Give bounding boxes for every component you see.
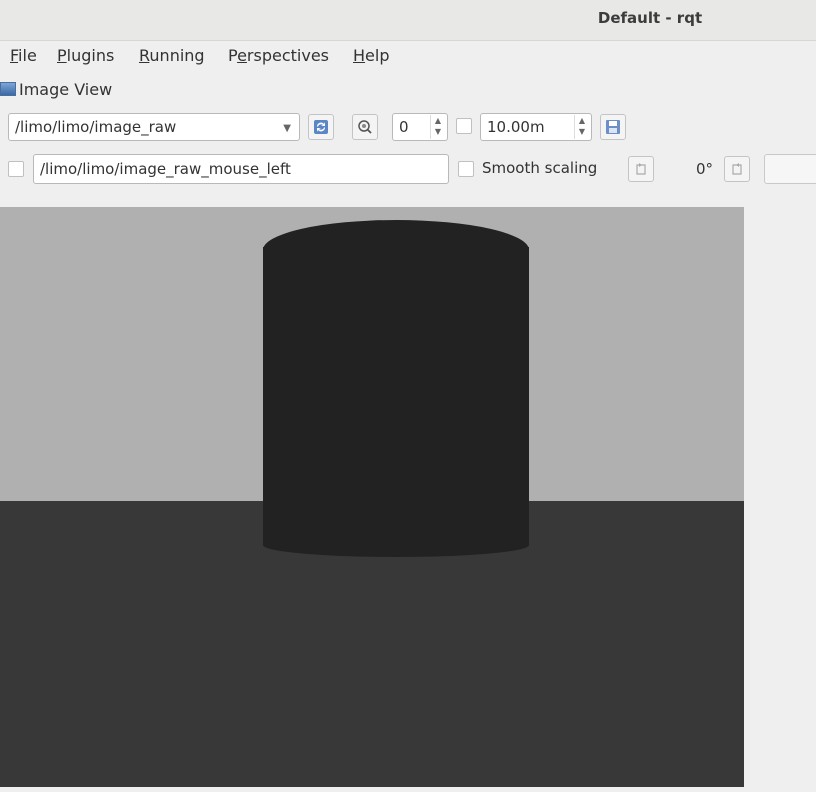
save-image-button[interactable] xyxy=(600,114,626,140)
dynamic-range-value: 10.00m xyxy=(487,118,545,136)
zoom-icon xyxy=(358,120,372,134)
dynamic-range-checkbox[interactable] xyxy=(456,118,472,134)
chevron-down-icon: ▼ xyxy=(283,123,291,134)
menu-help[interactable]: Help xyxy=(353,46,389,65)
menu-bar: File Plugins Running Perspectives Help xyxy=(0,41,816,71)
cylinder-bottom xyxy=(263,533,529,557)
spin-arrows-icon[interactable]: ▲ ▼ xyxy=(574,115,589,139)
refresh-button[interactable] xyxy=(308,114,334,140)
mouse-topic-input[interactable]: /limo/limo/image_raw_mouse_left xyxy=(33,154,449,184)
mouse-publish-checkbox[interactable] xyxy=(8,161,24,177)
rotate-left-icon xyxy=(636,163,646,175)
zoom-spinbox-value: 0 xyxy=(399,118,409,136)
save-icon xyxy=(606,120,620,134)
refresh-icon xyxy=(314,120,328,134)
rotate-left-button[interactable] xyxy=(628,156,654,182)
menu-perspectives[interactable]: Perspectives xyxy=(228,46,329,65)
zoom-spinbox[interactable]: 0 ▲ ▼ xyxy=(392,113,448,141)
zoom-button[interactable] xyxy=(352,114,378,140)
topic-combobox-value: /limo/limo/image_raw xyxy=(15,118,177,136)
mouse-topic-text: /limo/limo/image_raw_mouse_left xyxy=(40,160,291,178)
rotation-label: 0° xyxy=(696,160,714,178)
smooth-scaling-checkbox[interactable] xyxy=(458,161,474,177)
image-display[interactable] xyxy=(0,207,744,787)
dynamic-range-spinbox[interactable]: 10.00m ▲ ▼ xyxy=(480,113,592,141)
plugin-title: Image View xyxy=(19,79,113,99)
menu-file[interactable]: File xyxy=(10,46,37,65)
window-title: Default - rqt xyxy=(597,9,703,27)
rotate-right-icon xyxy=(732,163,742,175)
plugin-title-bar: Image View xyxy=(0,76,112,102)
cylinder-top xyxy=(263,220,529,280)
overflow-button[interactable] xyxy=(764,154,816,184)
topic-combobox[interactable]: /limo/limo/image_raw ▼ xyxy=(8,113,300,141)
smooth-scaling-label: Smooth scaling xyxy=(482,159,598,177)
menu-running[interactable]: Running xyxy=(139,46,205,65)
image-view-icon xyxy=(0,82,16,96)
spin-arrows-icon[interactable]: ▲ ▼ xyxy=(430,115,445,139)
window-titlebar: Default - rqt xyxy=(0,0,816,41)
rotate-right-button[interactable] xyxy=(724,156,750,182)
menu-plugins[interactable]: Plugins xyxy=(57,46,114,65)
cylinder-body xyxy=(263,247,529,545)
